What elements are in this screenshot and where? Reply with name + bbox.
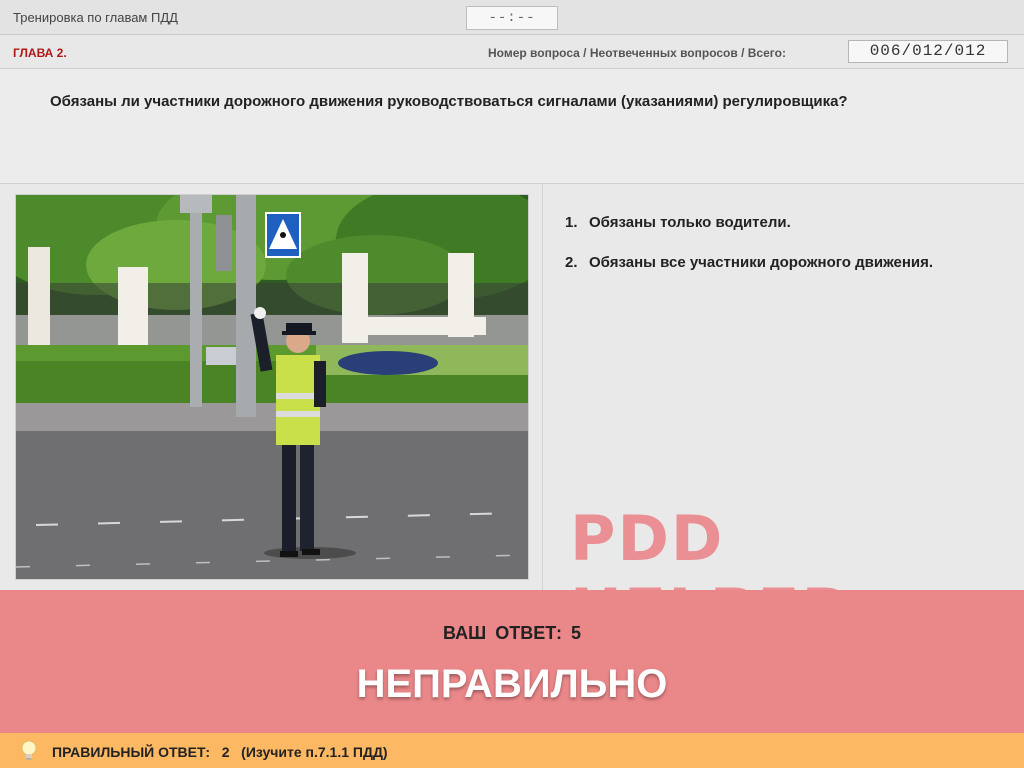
answer-number: 2.: [565, 254, 578, 271]
answer-text: Обязаны только водители.: [589, 214, 791, 231]
question-area: Обязаны ли участники дорожного движения …: [0, 69, 1024, 184]
app-title: Тренировка по главам ПДД: [13, 10, 178, 25]
question-counter-label: Номер вопроса / Неотвеченных вопросов / …: [488, 46, 786, 60]
lightbulb-icon: [21, 740, 37, 760]
correct-answer-hint: ПРАВИЛЬНЫЙ ОТВЕТ: 2 (Изучите п.7.1.1 ПДД…: [52, 744, 388, 760]
hint-bar: ПРАВИЛЬНЫЙ ОТВЕТ: 2 (Изучите п.7.1.1 ПДД…: [0, 733, 1024, 768]
result-panel: ВАШ ОТВЕТ: 5 НЕПРАВИЛЬНО: [0, 590, 1024, 733]
chapter-bar: ГЛАВА 2. Номер вопроса / Неотвеченных во…: [0, 35, 1024, 69]
your-answer-label: ВАШ ОТВЕТ: 5: [443, 623, 581, 643]
chapter-title: ГЛАВА 2.: [13, 46, 67, 60]
answer-text: Обязаны все участники дорожного движения…: [589, 254, 934, 271]
verdict-text: НЕПРАВИЛЬНО: [356, 662, 668, 706]
traffic-controller-photo: [16, 195, 528, 579]
answer-option[interactable]: 2. Обязаны все участники дорожного движен…: [565, 254, 933, 294]
question-text: Обязаны ли участники дорожного движения …: [50, 93, 848, 110]
content-area: 1. Обязаны только водители. 2. Обязаны все…: [0, 184, 1024, 648]
timer-display: --:--: [466, 6, 558, 30]
answer-number: 1.: [565, 214, 578, 231]
answer-list: 1. Обязаны только водители. 2. Обязаны все…: [565, 214, 933, 294]
top-bar: Тренировка по главам ПДД --:--: [0, 0, 1024, 35]
question-image: [15, 194, 529, 580]
question-counter: 006/012/012: [848, 40, 1008, 63]
answer-option[interactable]: 1. Обязаны только водители.: [565, 214, 933, 254]
content-divider: [542, 184, 543, 590]
